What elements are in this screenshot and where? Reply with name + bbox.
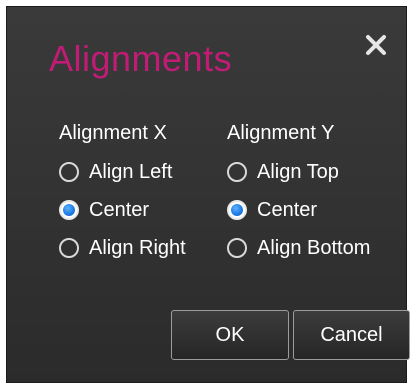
radio-align-left[interactable]: Align Left [59,153,186,191]
radio-label: Align Top [257,160,339,183]
radio-label: Center [257,198,318,221]
close-icon [366,35,386,55]
dialog-title: Alignments [49,38,233,79]
radio-center-x[interactable]: Center [59,191,186,229]
alignment-x-header: Alignment X [59,122,167,144]
radio-label: Align Right [89,236,186,259]
radio-label: Align Left [89,160,173,183]
alignment-x-group: Alignment X Align Left Center Align Righ… [59,119,186,267]
close-button[interactable] [364,33,388,57]
radio-label: Align Bottom [257,236,371,259]
radio-button-unchecked[interactable] [227,162,247,182]
radio-align-top[interactable]: Align Top [227,153,370,191]
radio-align-bottom[interactable]: Align Bottom [227,229,370,267]
radio-button-checked[interactable] [59,200,79,220]
radio-button-unchecked[interactable] [227,238,247,258]
alignment-y-group: Alignment Y Align Top Center Align Botto… [227,119,370,267]
alignment-y-header: Alignment Y [227,122,335,144]
radio-button-unchecked[interactable] [59,238,79,258]
cancel-button[interactable]: Cancel [293,310,410,360]
radio-align-right[interactable]: Align Right [59,229,186,267]
alignments-dialog: Alignments Alignment X Align Left Center… [6,6,410,383]
ok-button[interactable]: OK [171,310,289,360]
radio-label: Center [89,198,150,221]
radio-button-unchecked[interactable] [59,162,79,182]
radio-center-y[interactable]: Center [227,191,370,229]
radio-button-checked[interactable] [227,200,247,220]
